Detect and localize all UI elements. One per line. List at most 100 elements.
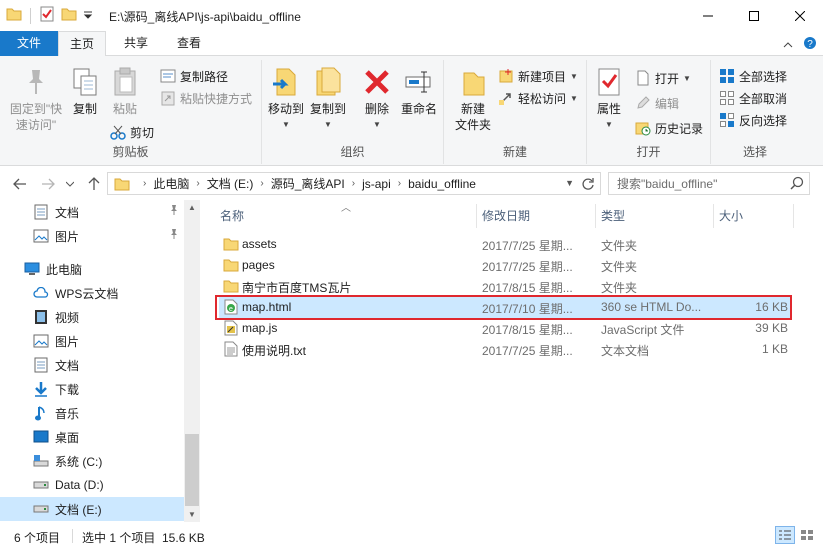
breadcrumb-baidu-offline[interactable]: baidu_offline [408,177,476,191]
properties-icon[interactable] [39,6,55,25]
new-folder-button[interactable]: 新建 文件夹 [450,66,496,133]
minimize-button[interactable] [685,0,731,31]
file-type: 文件夹 [601,281,638,295]
nav-item-pictures[interactable]: 图片 [0,329,184,353]
pin-icon[interactable] [168,204,180,219]
refresh-button[interactable] [580,176,596,192]
select-none-button[interactable]: 全部取消 [719,88,787,108]
status-divider [72,529,73,543]
copy-to-button[interactable]: 复制到 ▼ [308,66,348,133]
customize-toolbar-icon[interactable] [83,9,93,23]
breadcrumb-drive-e[interactable]: 文档 (E:) [207,175,254,192]
edit-button[interactable]: 编辑 [635,93,679,113]
file-row-pages[interactable]: pages 2017/7/25 星期... 文件夹 [219,255,791,276]
file-row-assets[interactable]: assets 2017/7/25 星期... 文件夹 [219,234,791,255]
search-icon[interactable] [790,176,804,193]
file-row-readme[interactable]: 使用说明.txt 2017/7/25 星期... 文本文档 1 KB [219,339,791,360]
address-dropdown-icon[interactable]: ▼ [565,178,574,188]
details-view-button[interactable] [775,526,795,544]
column-header-type[interactable]: 类型 [596,204,714,228]
scroll-up-icon[interactable]: ▲ [188,203,196,212]
delete-button[interactable]: 删除 ▼ [360,66,394,133]
breadcrumb-js-api[interactable]: js-api [362,177,391,191]
move-to-button[interactable]: 移动到 ▼ [266,66,306,133]
forward-arrow-icon [42,178,55,190]
title-bar: E:\源码_离线API\js-api\baidu_offline [0,0,823,31]
scroll-down-icon[interactable]: ▼ [188,510,196,519]
large-icons-view-button[interactable] [797,526,817,544]
rename-button[interactable]: 重命名 [398,66,440,117]
open-button[interactable]: 打开 ▼ [635,68,691,88]
new-folder-icon[interactable] [61,7,77,24]
easy-access-button[interactable]: 轻松访问 ▼ [498,88,578,108]
computer-icon [24,261,40,277]
paste-shortcut-button[interactable]: 粘贴快捷方式 [160,88,252,108]
recent-locations-button[interactable] [62,176,78,192]
tab-home[interactable]: 主页 [58,31,106,57]
copy-icon [69,66,101,98]
edit-icon [635,95,651,111]
file-name: 南宁市百度TMS瓦片 [242,281,352,295]
tab-file[interactable]: 文件 [0,31,58,56]
help-icon[interactable]: ? [803,36,817,53]
copy-button[interactable]: 复制 [68,66,102,117]
nav-item-pictures-pinned[interactable]: 图片 [0,224,184,248]
expand-ribbon-icon[interactable] [783,38,793,52]
file-list: ︿ 名称 修改日期 类型 大小 assets 2017/7/25 星期... 文… [208,200,823,522]
easy-access-label: 轻松访问 [518,91,567,106]
select-all-button[interactable]: 全部选择 [719,66,787,86]
properties-button[interactable]: 属性 ▼ [591,66,627,133]
paste-button[interactable]: 粘贴 [108,66,142,117]
nav-item-music[interactable]: 音乐 [0,401,184,425]
nav-item-this-pc[interactable]: 此电脑 [0,257,184,281]
history-button[interactable]: 历史记录 [635,118,703,138]
file-row-map-js[interactable]: map.js 2017/8/15 星期... JavaScript 文件 39 … [219,318,791,339]
nav-item-videos[interactable]: 视频 [0,305,184,329]
copy-path-button[interactable]: 复制路径 [160,66,228,86]
nav-item-drive-d[interactable]: Data (D:) [0,473,184,497]
tab-view[interactable]: 查看 [165,31,213,56]
tab-share[interactable]: 共享 [112,31,160,56]
pin-quick-access-button[interactable]: 固定到"快 速访问" [6,66,66,133]
new-item-button[interactable]: 新建项目 ▼ [498,66,578,86]
organize-group: 移动到 ▼ 复制到 ▼ 删除 ▼ 重命名 组织 [262,60,444,164]
html-file-icon: e [223,299,239,315]
nav-item-downloads[interactable]: 下载 [0,377,184,401]
nav-item-desktop[interactable]: 桌面 [0,425,184,449]
delete-label: 删除 [364,102,389,116]
search-input[interactable]: 搜索"baidu_offline" [617,175,717,192]
cut-button[interactable]: 剪切 [110,122,154,142]
address-bar[interactable]: › 此电脑 › 文档 (E:) › 源码_离线API › js-api › ba… [107,172,601,195]
details-view-icon [779,530,791,540]
nav-item-drive-c[interactable]: 系统 (C:) [0,449,184,473]
column-header-date[interactable]: 修改日期 [477,204,596,228]
breadcrumb-source-folder[interactable]: 源码_离线API [271,175,345,192]
selection-info: 选中 1 个项目 15.6 KB [82,531,205,545]
up-arrow-icon [88,177,100,190]
maximize-button[interactable] [731,0,777,31]
select-all-label: 全部选择 [739,69,788,84]
nav-item-drive-e[interactable]: 文档 (E:) [0,497,184,521]
close-button[interactable] [777,0,823,31]
scrollbar-thumb[interactable] [185,434,199,506]
nav-item-documents-pinned[interactable]: 文档 [0,200,184,224]
file-row-map-html[interactable]: e map.html 2017/7/10 星期... 360 se HTML D… [219,297,791,318]
status-bar: 6 个项目 选中 1 个项目 15.6 KB [0,522,823,549]
forward-button[interactable] [40,176,56,192]
column-header-name[interactable]: 名称 [215,204,477,228]
invert-selection-button[interactable]: 反向选择 [719,110,787,130]
navigation-bar: › 此电脑 › 文档 (E:) › 源码_离线API › js-api › ba… [0,167,823,200]
search-box[interactable]: 搜索"baidu_offline" [608,172,810,195]
pin-icon[interactable] [168,228,180,243]
back-button[interactable] [12,176,28,192]
navigation-scrollbar[interactable]: ▲ ▼ [184,200,200,522]
breadcrumb-this-pc[interactable]: 此电脑 [153,175,189,192]
file-row-tms-tiles[interactable]: 南宁市百度TMS瓦片 2017/8/15 星期... 文件夹 [219,276,791,297]
breadcrumb-separator-icon: › [260,178,264,189]
column-header-size[interactable]: 大小 [714,204,794,228]
properties-caret-icon: ▼ [605,120,613,129]
document-icon [33,357,49,373]
nav-item-wps-cloud[interactable]: WPS云文档 [0,281,184,305]
nav-item-documents[interactable]: 文档 [0,353,184,377]
up-button[interactable] [86,176,102,192]
